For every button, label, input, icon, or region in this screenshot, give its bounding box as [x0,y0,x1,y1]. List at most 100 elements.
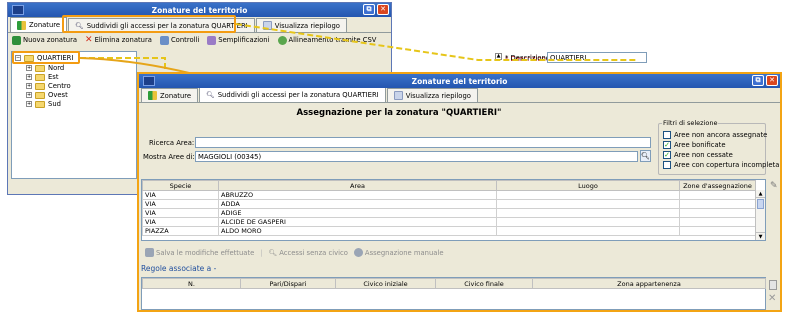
column-header[interactable]: Zona appartenenza [532,278,766,289]
tree-item[interactable]: + Est [26,73,59,81]
delete-rule-icon[interactable]: ✕ [768,293,776,304]
table-cell: VIA [142,217,219,227]
scroll-down-icon[interactable]: ▼ [756,232,765,240]
table-cell [496,199,680,209]
tab-zonature[interactable]: Zonature [141,88,199,102]
tab-riepilogo[interactable]: Visualizza riepilogo [255,18,347,32]
wand-icon [207,35,217,45]
table-cell [496,190,680,200]
nuova-zonatura-button[interactable]: Nuova zonatura [12,35,77,45]
tree-item[interactable]: + Centro [26,82,71,90]
tab-riepilogo[interactable]: Visualizza riepilogo [386,88,478,102]
table-cell: VIA [142,208,219,218]
table-row[interactable]: VIA ALCIDE DE GASPERI [142,217,756,227]
filter-bonificate[interactable]: ✓ Aree bonificate [663,140,779,150]
add-icon [12,35,21,45]
collapse-up-icon[interactable]: ▲ [495,53,502,60]
tab-zonature[interactable]: Zonature [10,17,68,32]
elimina-zonatura-button[interactable]: ✕ Elimina zonatura [85,35,152,45]
filter-non-assegnate[interactable]: Aree non ancora assegnate [663,130,779,140]
table-scrollbar[interactable]: ▲ ▼ [755,190,765,240]
column-header[interactable]: Area [218,180,497,191]
save-button[interactable]: Salva le modifiche effettuate [145,248,254,257]
scroll-up-icon[interactable]: ▲ [756,190,765,198]
descrizione-field[interactable]: QUARTIERI [547,52,647,63]
zonature-icon [148,91,157,100]
assegnazione-manuale-button[interactable]: Assegnazione manuale [353,248,444,257]
table-cell [679,199,756,209]
rules-title: Regole associate a - [141,264,217,273]
filter-copertura-incompleta[interactable]: Aree con copertura incompleta [663,160,779,170]
table-cell: PIAZZA [142,226,219,236]
folder-icon [35,82,45,90]
front-window: Zonature del territorio ⧉ ✕ Zonature 🔍︎ … [137,72,782,312]
search-button[interactable]: 🔍︎ [640,150,651,162]
rules-table-wrap: N. Pari/Dispari Civico iniziale Civico f… [141,277,766,310]
mostra-input[interactable]: MAGGIOLI (00345) [195,151,638,162]
expand-icon[interactable]: + [26,74,32,80]
app-icon [12,5,24,15]
assign-icon [353,248,363,257]
front-window-titlebar[interactable]: Zonature del territorio ⧉ ✕ [139,74,780,88]
allineamento-csv-button[interactable]: Allineamento tramite CSV [277,35,376,45]
checkbox[interactable] [663,161,671,169]
table-row[interactable]: VIA ABRUZZO [142,190,756,200]
filter-non-cessate[interactable]: ✓ Aree non cessate [663,150,779,160]
filters-group: Filtri di selezione Aree non ancora asse… [658,119,779,175]
table-cell: ALCIDE DE GASPERI [218,217,497,227]
table-cell: VIA [142,190,219,200]
separator: | [260,248,263,257]
front-window-title: Zonature del territorio [411,76,508,86]
expand-icon[interactable]: + [26,101,32,107]
tab-suddividi[interactable]: 🔍︎ Suddividi gli accessi per la zonatura… [199,87,386,102]
back-window-title: Zonature del territorio [151,5,248,15]
table-cell [679,217,756,227]
table-row[interactable]: VIA ADDA [142,199,756,209]
checkbox[interactable]: ✓ [663,141,671,149]
column-header[interactable]: Civico iniziale [335,278,436,289]
column-header[interactable]: Luogo [496,180,680,191]
areas-table: Specie Area Luogo Zone d'assegnazione VI… [142,180,756,236]
semplificazioni-button[interactable]: Semplificazioni [207,35,270,45]
mostra-label: Mostra Aree di: [143,153,195,161]
app-icon [143,76,155,86]
table-cell [679,208,756,218]
column-header[interactable]: Zone d'assegnazione [679,180,756,191]
summary-icon [262,21,272,30]
table-cell: ADIGE [218,208,497,218]
expand-icon[interactable]: + [26,65,32,71]
table-cell [496,226,680,236]
close-icon[interactable]: ✕ [377,4,389,15]
table-cell: VIA [142,199,219,209]
tree-item[interactable]: + Sud [26,100,61,108]
checkbox[interactable] [663,131,671,139]
close-icon[interactable]: ✕ [766,75,778,86]
restore-icon[interactable]: ⧉ [752,75,764,86]
side-tool-icon[interactable]: ✎ [770,181,778,191]
expand-icon[interactable]: + [26,83,32,89]
column-header[interactable]: Specie [142,180,219,191]
summary-icon [393,91,403,100]
expand-icon[interactable]: + [26,92,32,98]
accessi-senza-civico-button[interactable]: 🔍︎ Accessi senza civico [269,249,348,257]
folder-icon [35,91,45,99]
zonature-icon [17,20,26,30]
table-row[interactable]: VIA ADIGE [142,208,756,218]
checkbox[interactable]: ✓ [663,151,671,159]
tree-item[interactable]: + Nord [26,64,64,72]
column-header[interactable]: N. [142,278,241,289]
back-toolbar: Nuova zonatura ✕ Elimina zonatura Contro… [8,33,391,47]
controlli-button[interactable]: Controlli [159,35,199,45]
column-header[interactable]: Pari/Dispari [240,278,336,289]
restore-icon[interactable]: ⧉ [363,4,375,15]
ricerca-label: Ricerca Area: [149,139,195,147]
column-header[interactable]: Civico finale [435,278,533,289]
areas-table-wrap: Specie Area Luogo Zone d'assegnazione VI… [141,179,766,241]
scroll-thumb[interactable] [757,199,764,209]
table-row[interactable]: PIAZZA ALDO MORO [142,226,756,236]
new-rule-icon[interactable] [769,280,777,290]
gear-icon [277,35,287,45]
save-icon [145,248,154,257]
tree-item[interactable]: + Ovest [26,91,68,99]
ricerca-input[interactable] [195,137,651,148]
